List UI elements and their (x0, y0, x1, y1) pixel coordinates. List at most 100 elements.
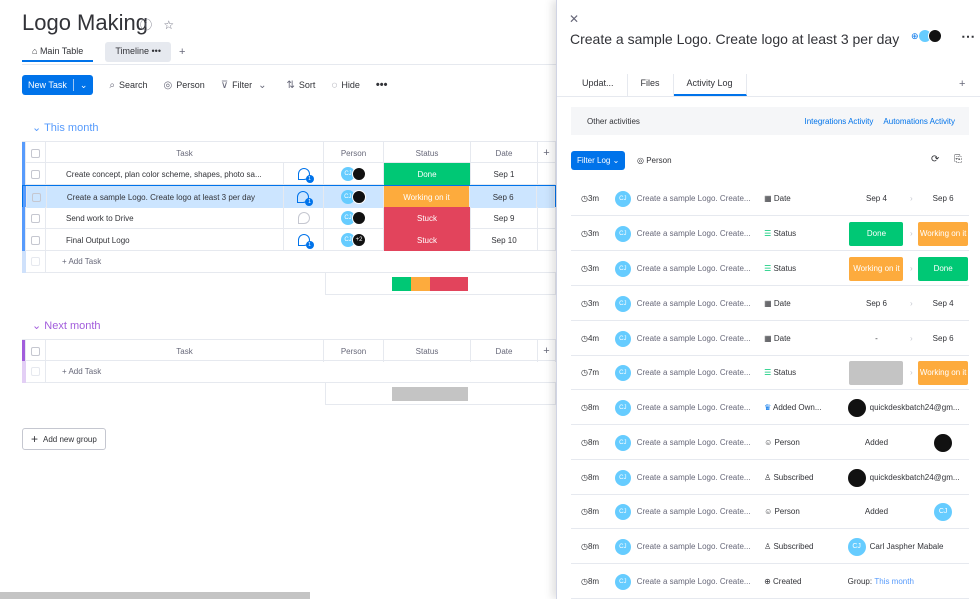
log-item-name[interactable]: Create a sample Logo. Create... (637, 334, 764, 343)
task-name[interactable]: Final Output Logo (46, 229, 284, 251)
column-date[interactable]: Date (471, 340, 538, 362)
filter-log-button[interactable]: Filter Log ⌄ (571, 151, 626, 170)
group-link[interactable]: This month (874, 577, 914, 586)
horizontal-scrollbar[interactable] (0, 592, 310, 599)
row-checkbox[interactable] (31, 169, 40, 179)
add-view-button[interactable]: + (171, 42, 193, 62)
person-icon: ◎ (637, 156, 644, 165)
select-all-checkbox[interactable] (31, 148, 40, 158)
sort-button[interactable]: ⇅ Sort (287, 80, 316, 91)
status-cell[interactable]: Working on it (383, 186, 471, 208)
row-checkbox[interactable] (31, 235, 40, 245)
search-button[interactable]: ⌕ Search (109, 80, 147, 91)
column-task[interactable]: Task (46, 142, 324, 164)
person-filter-button[interactable]: ◎ Person (637, 156, 672, 165)
person-cell[interactable]: CJ +2 (324, 229, 384, 251)
status-cell[interactable]: Stuck (384, 229, 471, 251)
column-status[interactable]: Status (384, 340, 471, 362)
task-name[interactable]: Create concept, plan color scheme, shape… (46, 163, 284, 185)
add-task-row[interactable]: + Add Task (22, 250, 556, 273)
group-title-next-month[interactable]: ⌄ Next month (32, 319, 101, 332)
chevron-down-icon[interactable]: ⌄ (32, 320, 44, 332)
subscribers[interactable]: ⊕ (911, 29, 942, 43)
select-all-checkbox[interactable] (31, 346, 40, 356)
table-header: Task Person Status Date + (22, 141, 556, 164)
status-cell[interactable]: Stuck (384, 207, 471, 229)
log-item-name[interactable]: Create a sample Logo. Create... (637, 507, 764, 516)
updates-button[interactable] (284, 207, 324, 229)
star-icon[interactable]: ☆ (163, 18, 174, 32)
new-task-button[interactable]: New Task ⌄ (22, 75, 94, 95)
log-item-name[interactable]: Create a sample Logo. Create... (637, 542, 764, 551)
status-summary (325, 383, 556, 405)
column-task[interactable]: Task (46, 340, 324, 362)
person-cell[interactable]: CJ (324, 163, 384, 185)
column-status[interactable]: Status (384, 142, 471, 164)
integrations-activity-link[interactable]: Integrations Activity (804, 117, 873, 126)
person-cell[interactable]: CJ (323, 186, 384, 208)
more-icon[interactable]: ••• (152, 46, 161, 56)
clock-icon: ◷ (581, 403, 588, 412)
status-cell[interactable]: Done (384, 163, 471, 185)
row-checkbox[interactable] (31, 213, 40, 223)
column-person[interactable]: Person (324, 340, 384, 362)
column-date[interactable]: Date (471, 142, 538, 164)
board-title[interactable]: Logo Making (22, 10, 148, 36)
add-tab-button[interactable]: + (959, 78, 965, 90)
log-item-name[interactable]: Create a sample Logo. Create... (637, 264, 764, 273)
status-battery[interactable] (392, 387, 468, 401)
tab-files[interactable]: Files (628, 74, 674, 96)
tab-updates[interactable]: Updat... (569, 74, 628, 96)
add-person-icon[interactable]: ⊕ (911, 31, 919, 42)
updates-button[interactable]: 1 (284, 163, 324, 185)
add-group-button[interactable]: + Add new group (22, 428, 106, 450)
tab-activity-log[interactable]: Activity Log (673, 74, 747, 96)
add-task-row[interactable]: + Add Task (22, 360, 556, 383)
updates-button[interactable]: 1 (284, 186, 324, 208)
log-item-name[interactable]: Create a sample Logo. Create... (637, 194, 764, 203)
close-icon[interactable]: ✕ (569, 12, 579, 26)
person-icon: ☺ (764, 438, 775, 447)
log-item-name[interactable]: Create a sample Logo. Create... (637, 368, 764, 377)
tab-timeline[interactable]: Timeline ••• (105, 42, 171, 62)
add-task-input[interactable]: + Add Task (62, 367, 101, 376)
column-person[interactable]: Person (324, 142, 384, 164)
group-title-this-month[interactable]: ⌄ This month (32, 121, 99, 134)
add-column-button[interactable]: + (538, 142, 556, 164)
chevron-down-icon[interactable]: ⌄ (80, 80, 88, 91)
table-row[interactable]: Create a sample Logo. Create logo at lea… (22, 185, 556, 208)
add-task-input[interactable]: + Add Task (62, 257, 101, 266)
date-cell[interactable]: Sep 10 (471, 229, 538, 251)
item-title[interactable]: Create a sample Logo. Create logo at lea… (570, 30, 900, 49)
log-item-name[interactable]: Create a sample Logo. Create... (637, 229, 764, 238)
table-row[interactable]: Send work to Drive CJ Stuck Sep 9 (22, 207, 556, 229)
log-item-name[interactable]: Create a sample Logo. Create... (637, 473, 764, 482)
log-item-name[interactable]: Create a sample Logo. Create... (637, 403, 764, 412)
automations-activity-link[interactable]: Automations Activity (883, 117, 955, 126)
table-row[interactable]: Create concept, plan color scheme, shape… (22, 163, 556, 185)
more-icon[interactable]: ••• (376, 79, 388, 91)
log-item-name[interactable]: Create a sample Logo. Create... (637, 577, 764, 586)
tab-main-table[interactable]: ⌂ Main Table (22, 42, 94, 62)
log-item-name[interactable]: Create a sample Logo. Create... (637, 438, 764, 447)
log-item-name[interactable]: Create a sample Logo. Create... (637, 299, 764, 308)
date-cell[interactable]: Sep 1 (471, 163, 538, 185)
person-cell[interactable]: CJ (324, 207, 384, 229)
refresh-icon[interactable]: ⟳ (931, 154, 939, 165)
chevron-down-icon[interactable]: ⌄ (32, 122, 44, 134)
table-row[interactable]: Final Output Logo 1 CJ +2 Stuck Sep 10 (22, 229, 556, 251)
export-icon[interactable]: ⎘ (954, 154, 962, 165)
task-name[interactable]: Create a sample Logo. Create logo at lea… (46, 186, 285, 208)
info-icon[interactable]: ⓘ (140, 18, 152, 32)
add-column-button[interactable]: + (538, 340, 556, 362)
date-cell[interactable]: Sep 9 (471, 207, 538, 229)
status-battery[interactable] (392, 277, 468, 291)
hide-button[interactable]: ◌ Hide (331, 80, 359, 91)
person-filter-button[interactable]: ◎ Person (164, 80, 205, 91)
date-cell[interactable]: Sep 6 (470, 186, 538, 208)
row-checkbox[interactable] (31, 192, 41, 202)
filter-button[interactable]: ⊽ Filter ⌄ (221, 80, 271, 91)
more-icon[interactable]: ⋯ (961, 28, 975, 45)
updates-button[interactable]: 1 (284, 229, 324, 251)
task-name[interactable]: Send work to Drive (46, 207, 284, 229)
